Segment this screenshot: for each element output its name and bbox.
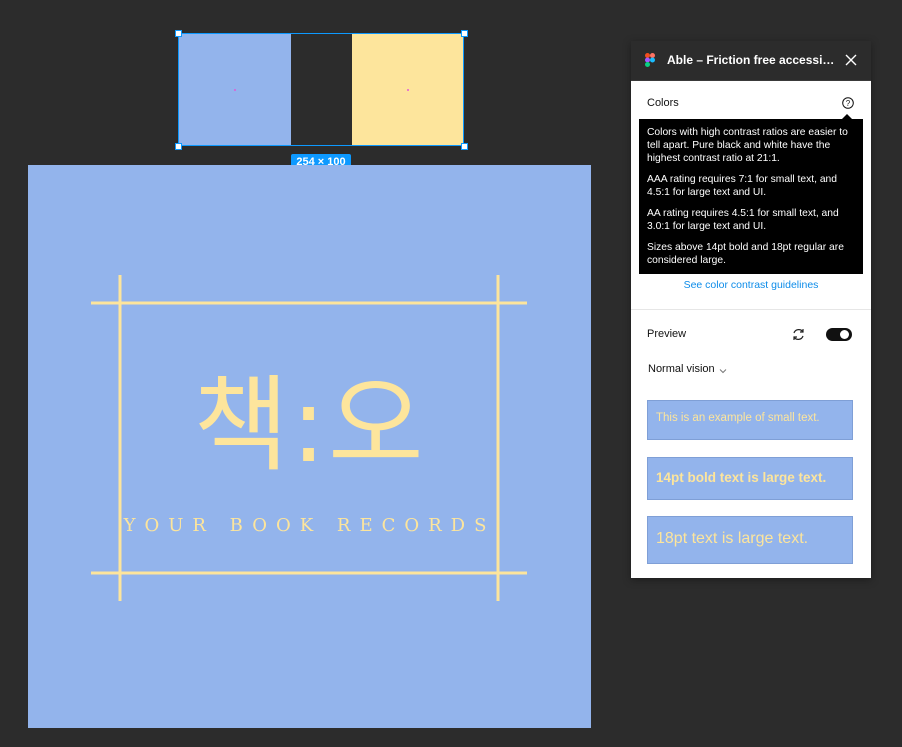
contrast-info-tooltip: Colors with high contrast ratios are eas…: [639, 114, 863, 274]
logo-subtitle: YOUR BOOK RECORDS: [123, 515, 496, 536]
selection-outline: [178, 33, 464, 146]
resize-handle-bottom-right[interactable]: [461, 143, 468, 150]
resize-handle-top-right[interactable]: [461, 30, 468, 37]
large-text-sample: 18pt text is large text.: [647, 516, 853, 564]
panel-title: Able – Friction free accessibility: [667, 53, 837, 67]
tooltip-paragraph: Colors with high contrast ratios are eas…: [647, 127, 848, 164]
tooltip-paragraph: AA rating requires 4.5:1 for small text,…: [647, 208, 839, 232]
close-icon[interactable]: [843, 52, 859, 68]
resize-handle-top-left[interactable]: [175, 30, 182, 37]
small-text-sample: This is an example of small text.: [647, 400, 853, 440]
figma-icon: [645, 53, 655, 67]
svg-text:?: ?: [846, 99, 851, 108]
tooltip-paragraph: Sizes above 14pt bold and 18pt regular a…: [647, 242, 844, 266]
preview-section-label: Preview: [647, 328, 687, 340]
section-divider: [631, 309, 871, 310]
logo-artwork-frame[interactable]: 책:오 YOUR BOOK RECORDS: [28, 165, 591, 728]
toggle-knob: [840, 330, 849, 339]
help-icon[interactable]: ?: [842, 97, 854, 109]
able-plugin-panel: Able – Friction free accessibility Color…: [631, 41, 871, 578]
contrast-guidelines-link[interactable]: See color contrast guidelines: [631, 279, 871, 291]
colors-section-label: Colors: [647, 97, 679, 109]
panel-header: Able – Friction free accessibility: [631, 41, 871, 81]
vision-mode-dropdown[interactable]: Normal vision: [648, 363, 715, 375]
tooltip-paragraph: AAA rating requires 7:1 for small text, …: [647, 174, 838, 198]
logo-title: 책:오: [193, 364, 426, 486]
tooltip-arrow: [842, 114, 852, 119]
bold-text-sample: 14pt bold text is large text.: [647, 457, 853, 500]
chevron-down-icon[interactable]: [719, 368, 727, 374]
resize-handle-bottom-left[interactable]: [175, 143, 182, 150]
preview-toggle[interactable]: [826, 328, 852, 341]
swap-colors-icon[interactable]: [791, 327, 806, 342]
